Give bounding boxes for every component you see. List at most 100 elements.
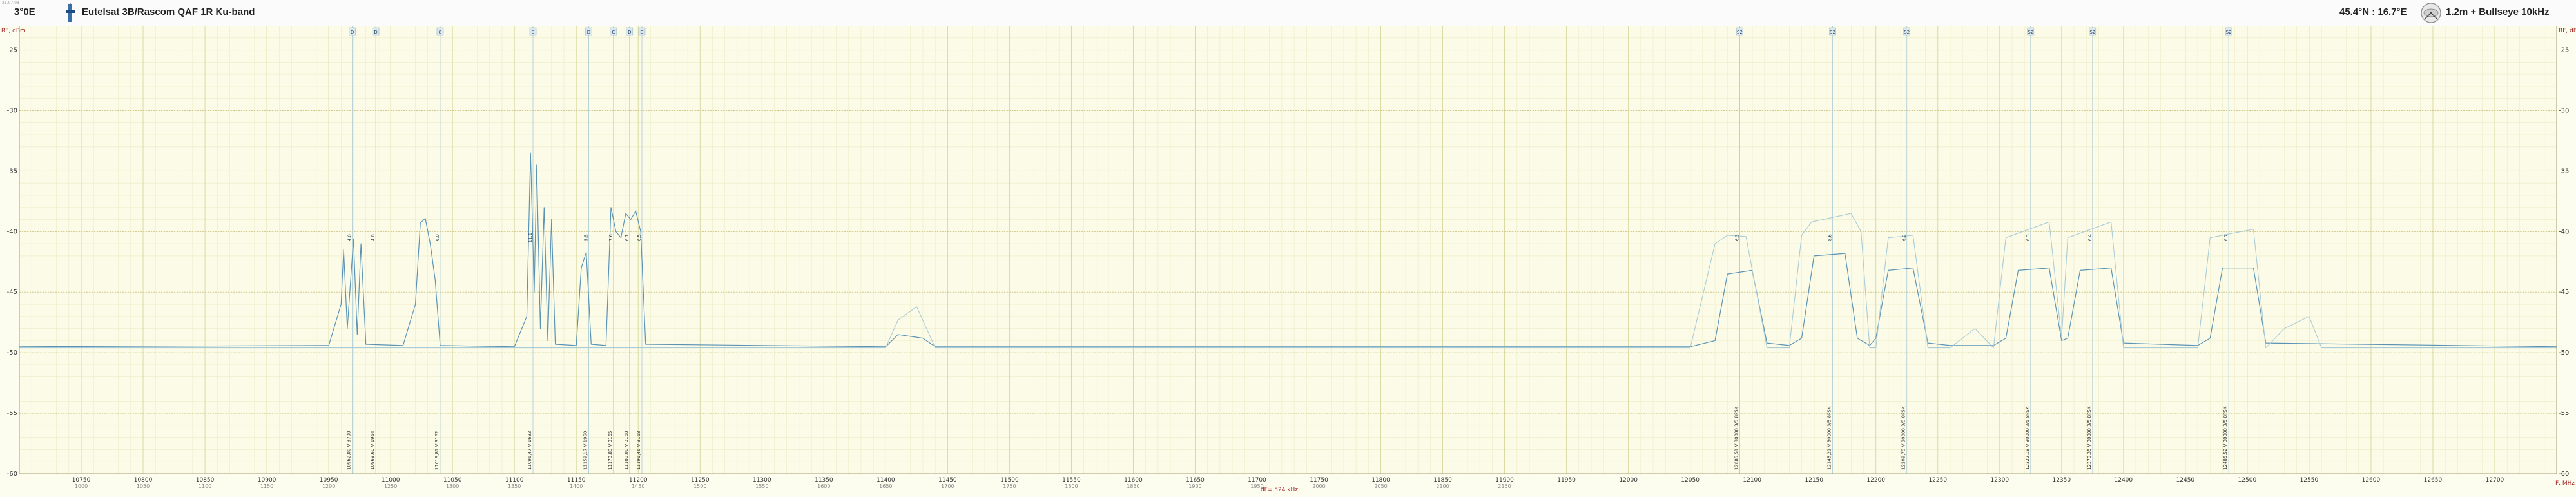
carrier-snr-label: 7.6	[608, 234, 614, 242]
if-tick-label: 2150	[1498, 483, 1511, 489]
x-tick-label: 12700	[2486, 477, 2504, 483]
x-tick-label: 11000	[382, 477, 400, 483]
x-tick-label: 12650	[2424, 477, 2443, 483]
if-tick-label: 1700	[941, 483, 954, 489]
carrier-snr-label: 6.1	[625, 234, 630, 241]
if-tick-label: 1550	[755, 483, 768, 489]
x-tick-label: 10900	[258, 477, 276, 483]
carrier-parameters-label: 12085,51 V 30000 3/5 8PSK	[1734, 406, 1739, 470]
orbital-position: 3°0E	[14, 6, 35, 17]
carrier-tag: C	[612, 30, 615, 35]
if-tick-label: 1500	[693, 483, 706, 489]
x-tick-label: 12200	[1866, 477, 1885, 483]
if-tick-label: 1800	[1065, 483, 1078, 489]
x-tick-label: 11650	[1186, 477, 1205, 483]
carrier-tag: D	[351, 30, 354, 35]
y-tick-label-right: -30	[2559, 107, 2569, 114]
carrier-snr-label: 8.6	[1828, 234, 1833, 242]
y-tick-label-right: -50	[2559, 349, 2569, 356]
if-tick-label: 1750	[1003, 483, 1016, 489]
y-tick-label-left: -45	[7, 289, 17, 296]
x-tick-label: 10850	[196, 477, 215, 483]
carrier-parameters-label: 11096,47 V 1692	[527, 431, 532, 470]
carrier-parameters-label: 10968,60 V 1964	[370, 431, 375, 470]
carrier-snr-label: 6.3	[1734, 234, 1739, 241]
y-tick-label-left: -25	[7, 47, 17, 54]
x-tick-label: 11150	[567, 477, 586, 483]
carrier-tag: S2	[1904, 30, 1910, 35]
if-tick-label: 1400	[570, 483, 583, 489]
y-tick-label-right: -40	[2559, 228, 2569, 235]
receiver-equipment: 1.2m + Bullseye 10kHz	[2446, 6, 2550, 17]
y-tick-label-left: -55	[7, 410, 17, 417]
satellite-icon	[66, 3, 75, 22]
if-tick-label: 2000	[1312, 483, 1325, 489]
y-axis-label-left: RF, dBm	[1, 28, 26, 34]
carrier-parameters-label: 12370,35 V 30000 3/5 8PSK	[2087, 406, 2092, 470]
x-tick-label: 11850	[1433, 477, 1452, 483]
x-tick-label: 12600	[2362, 477, 2381, 483]
carrier-tag: S	[532, 30, 535, 35]
if-tick-label: 2100	[1436, 483, 1449, 489]
y-tick-label-right: -35	[2559, 168, 2569, 175]
carrier-snr-label: 5.5	[583, 234, 588, 241]
spectrum-chart: D 4.0 10962,00 V 3700 D 4.0 10968,60 V 1964 8 6…	[0, 26, 2576, 497]
x-tick-label: 12000	[1619, 477, 1638, 483]
carrier-parameters-label: 12145,21 V 30000 3/5 8PSK	[1827, 406, 1832, 470]
carrier-tag: D	[374, 30, 377, 35]
x-tick-label: 11300	[753, 477, 771, 483]
plot-area	[19, 26, 2557, 474]
if-tick-label: 1300	[446, 483, 459, 489]
carrier-parameters-label: 11159,17 V 1950	[583, 431, 588, 470]
x-tick-label: 12400	[2115, 477, 2133, 483]
carrier-snr-label: 4.0	[347, 234, 353, 241]
carrier-parameters-label: 11180,00 V 3168	[624, 431, 629, 470]
carrier-parameters-label: 12485,52 V 30000 3/5 8PSK	[2223, 406, 2228, 470]
x-tick-label: 12050	[1681, 477, 1700, 483]
x-tick-label: 11100	[505, 477, 524, 483]
x-tick-label: 11450	[938, 477, 957, 483]
y-tick-label-right: -60	[2559, 471, 2569, 478]
x-tick-label: 12550	[2300, 477, 2319, 483]
x-tick-label: 11800	[1371, 477, 1390, 483]
x-tick-label: 11550	[1062, 477, 1081, 483]
header-bar: 21.07.08 3°0E Eutelsat 3B/Rascom QAF 1R …	[0, 0, 2576, 26]
if-tick-label: 1900	[1188, 483, 1201, 489]
x-tick-label: 11500	[1000, 477, 1019, 483]
receiver-location: 45.4°N : 16.7°E	[2339, 6, 2407, 17]
carrier-parameters-label: 10962,00 V 3700	[347, 431, 352, 470]
x-tick-label: 11700	[1248, 477, 1266, 483]
if-tick-label: 1000	[75, 483, 88, 489]
carrier-tag: D	[628, 30, 631, 35]
carrier-tag: D	[587, 30, 590, 35]
x-tick-label: 11900	[1495, 477, 1514, 483]
if-tick-label: 1200	[322, 483, 335, 489]
x-tick-label: 11350	[815, 477, 833, 483]
if-tick-label: 2050	[1374, 483, 1387, 489]
if-tick-label: 1350	[508, 483, 521, 489]
x-tick-label: 12250	[1928, 477, 1947, 483]
x-tick-label: 12500	[2238, 477, 2257, 483]
x-tick-label: 12450	[2176, 477, 2195, 483]
if-tick-label: 1100	[199, 483, 211, 489]
x-tick-label: 12150	[1805, 477, 1823, 483]
carrier-tag: S2	[1830, 30, 1835, 35]
y-tick-label-left: -50	[7, 349, 17, 356]
y-tick-label-left: -35	[7, 168, 17, 175]
carrier-snr-label: 6.2	[1902, 234, 1907, 241]
x-tick-label: 12300	[1990, 477, 2009, 483]
carrier-parameters-label: 11019,81 V 3162	[434, 431, 440, 470]
x-tick-label: 11950	[1557, 477, 1576, 483]
x-tick-label: 10950	[320, 477, 338, 483]
carrier-snr-label: 6.0	[435, 234, 440, 241]
carrier-tag: S2	[2089, 30, 2095, 35]
x-tick-label: 11200	[629, 477, 648, 483]
carrier-tag: 8	[439, 30, 441, 35]
x-tick-label: 11400	[876, 477, 895, 483]
x-tick-label: 10750	[72, 477, 91, 483]
if-tick-label: 1850	[1127, 483, 1139, 489]
y-tick-label-right: -25	[2559, 47, 2569, 54]
x-tick-label: 12100	[1743, 477, 1761, 483]
carrier-parameters-label: 12322,18 V 30000 3/5 8PSK	[2025, 406, 2030, 470]
timestamp-label: 21.07.08	[2, 1, 19, 5]
